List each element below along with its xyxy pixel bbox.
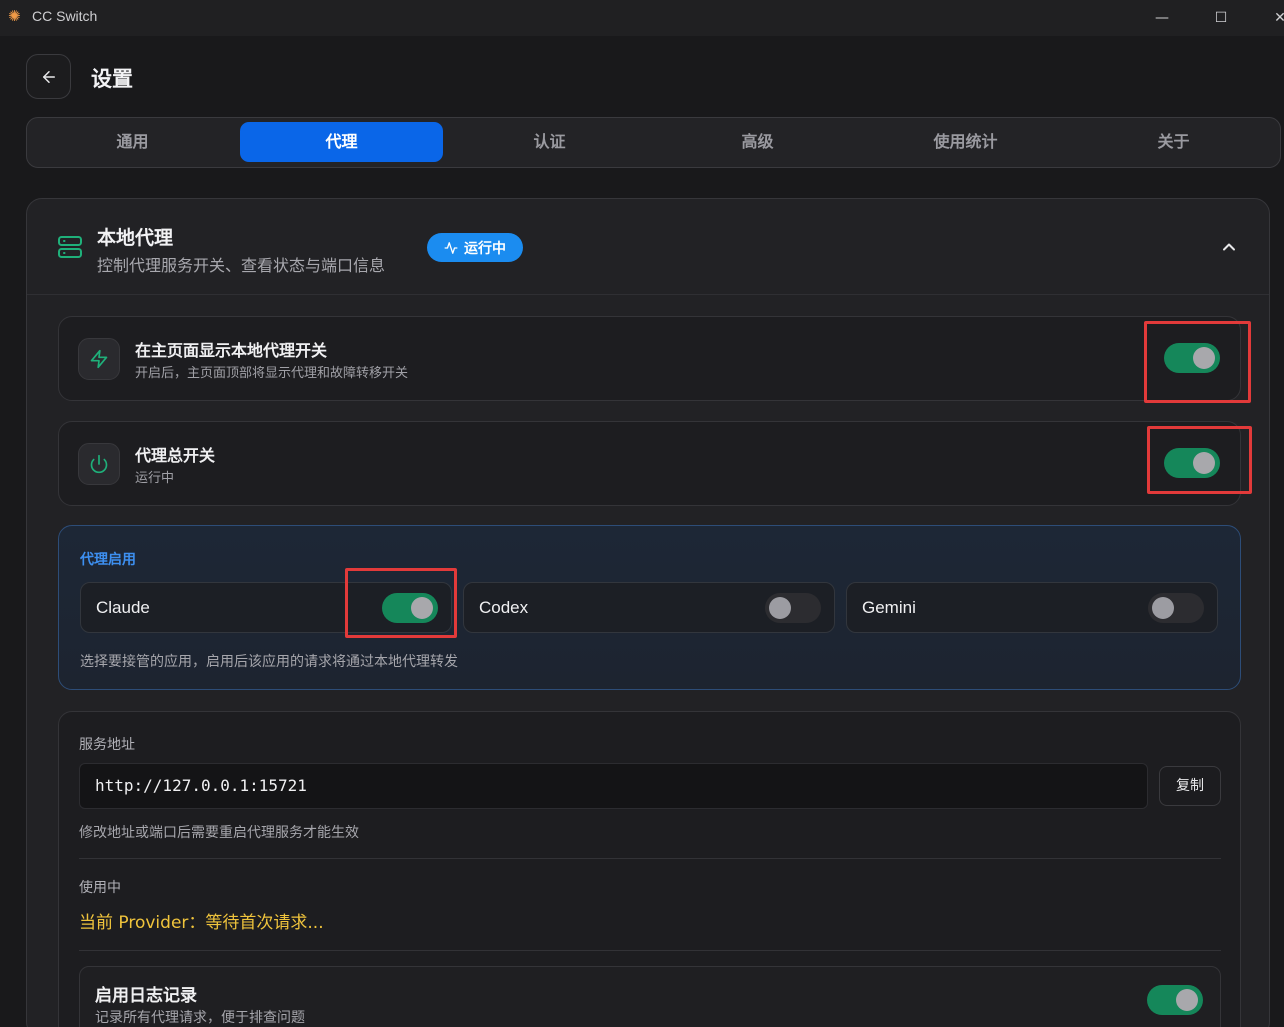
app-logo-icon: ✺ xyxy=(8,7,21,25)
row-subtitle: 运行中 xyxy=(135,471,175,486)
power-icon xyxy=(90,454,108,474)
server-address-label: 服务地址 xyxy=(79,737,135,753)
server-panel: 服务地址 http://127.0.0.1:15721 复制 修改地址或端口后需… xyxy=(58,711,1241,1027)
tab-usage-stats[interactable]: 使用统计 xyxy=(864,122,1067,162)
toggle-knob xyxy=(1176,989,1198,1011)
proxy-apps-panel: 代理启用 Claude Codex Gemini 选择要接管的应用，启用后该应用… xyxy=(58,525,1241,690)
title-bar: ✺ CC Switch — ☐ ✕ xyxy=(0,0,1284,36)
tab-advanced[interactable]: 高级 xyxy=(656,122,859,162)
section-title: 本地代理 xyxy=(97,227,174,249)
highlight-box xyxy=(1144,321,1251,403)
proxy-master-switch-row: 代理总开关 运行中 xyxy=(58,421,1241,506)
status-badge: 运行中 xyxy=(427,233,523,262)
row-subtitle: 开启后，主页面顶部将显示代理和故障转移开关 xyxy=(135,366,409,381)
logging-row: 启用日志记录 记录所有代理请求，便于排查问题 xyxy=(79,966,1221,1027)
settings-tabs: 通用 代理 认证 高级 使用统计 关于 xyxy=(26,117,1281,168)
tab-auth[interactable]: 认证 xyxy=(448,122,651,162)
apps-hint: 选择要接管的应用，启用后该应用的请求将通过本地代理转发 xyxy=(80,654,458,670)
show-proxy-switch-row: 在主页面显示本地代理开关 开启后，主页面顶部将显示代理和故障转移开关 xyxy=(58,316,1241,401)
minimize-button[interactable]: — xyxy=(1150,6,1174,30)
activity-icon xyxy=(444,241,458,254)
app-codex: Codex xyxy=(463,582,835,633)
current-provider: 当前 Provider：等待首次请求... xyxy=(79,913,324,933)
codex-toggle[interactable] xyxy=(765,593,821,623)
app-name: Codex xyxy=(479,598,529,617)
toggle-knob xyxy=(769,597,791,619)
lightning-icon xyxy=(90,349,108,369)
back-button[interactable] xyxy=(26,54,71,99)
page-title: 设置 xyxy=(91,67,133,91)
server-address-input[interactable]: http://127.0.0.1:15721 xyxy=(79,763,1148,809)
tab-proxy[interactable]: 代理 xyxy=(240,122,443,162)
close-button[interactable]: ✕ xyxy=(1268,6,1284,30)
server-icon xyxy=(58,236,82,258)
highlight-box xyxy=(345,568,457,638)
maximize-button[interactable]: ☐ xyxy=(1209,6,1233,30)
apps-label: 代理启用 xyxy=(80,552,136,568)
highlight-box xyxy=(1147,426,1252,494)
logging-subtitle: 记录所有代理请求，便于排查问题 xyxy=(95,1010,305,1026)
arrow-left-icon xyxy=(42,70,55,83)
divider xyxy=(79,858,1221,859)
app-name: Claude xyxy=(96,598,150,617)
divider xyxy=(79,950,1221,951)
server-address-hint: 修改地址或端口后需要重启代理服务才能生效 xyxy=(79,825,359,841)
row-icon-box xyxy=(78,443,120,485)
row-title: 代理总开关 xyxy=(135,446,216,465)
toggle-knob xyxy=(1152,597,1174,619)
gemini-toggle[interactable] xyxy=(1148,593,1204,623)
local-proxy-card: 本地代理 控制代理服务开关、查看状态与端口信息 运行中 在主页面显示本地代理开关… xyxy=(26,198,1270,1027)
row-title: 在主页面显示本地代理开关 xyxy=(135,341,328,360)
logging-title: 启用日志记录 xyxy=(95,986,197,1006)
tab-general[interactable]: 通用 xyxy=(31,122,234,162)
window-title: CC Switch xyxy=(32,8,98,24)
logging-toggle[interactable] xyxy=(1147,985,1203,1015)
local-proxy-header[interactable]: 本地代理 控制代理服务开关、查看状态与端口信息 运行中 xyxy=(27,199,1269,295)
app-name: Gemini xyxy=(862,598,916,617)
copy-button[interactable]: 复制 xyxy=(1159,766,1221,806)
tab-about[interactable]: 关于 xyxy=(1072,122,1275,162)
app-gemini: Gemini xyxy=(846,582,1218,633)
in-use-label: 使用中 xyxy=(79,880,121,896)
chevron-up-icon[interactable] xyxy=(1219,237,1239,257)
section-subtitle: 控制代理服务开关、查看状态与端口信息 xyxy=(97,256,386,275)
status-badge-label: 运行中 xyxy=(464,240,506,257)
row-icon-box xyxy=(78,338,120,380)
